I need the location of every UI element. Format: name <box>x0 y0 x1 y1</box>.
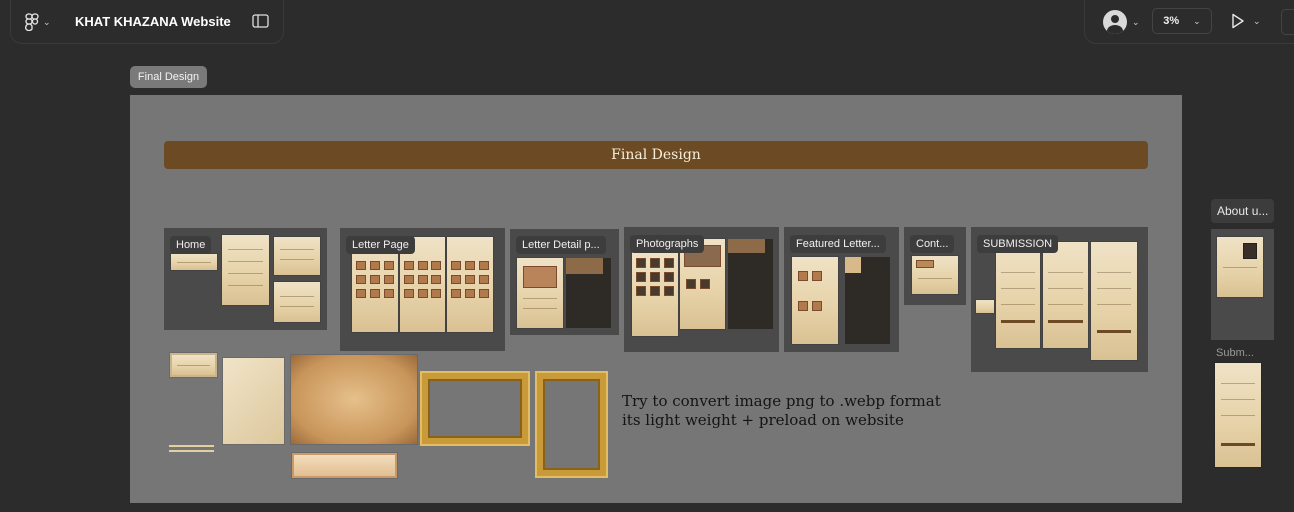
frame-name-tag[interactable]: Final Design <box>130 66 207 88</box>
featured-letter-dark-thumbnail <box>845 257 890 344</box>
photographs-dark-thumbnail <box>728 239 773 329</box>
chevron-down-icon: ⌄ <box>1253 15 1261 26</box>
main-menu-button[interactable]: ⌄ <box>25 13 51 31</box>
letter-detail-dark-thumbnail <box>566 258 611 328</box>
asset-paper-texture[interactable] <box>223 358 284 444</box>
submission-thumbnail <box>996 242 1040 348</box>
home-thumbnail <box>274 282 320 322</box>
chevron-down-icon: ⌄ <box>1132 16 1140 27</box>
section-label-photographs[interactable]: Photographs <box>630 235 705 253</box>
section-label-contact[interactable]: Cont... <box>910 235 955 253</box>
file-toolbar: ⌄ KHAT KHAZANA Website <box>10 0 284 44</box>
section-label-home[interactable]: Home <box>170 236 212 254</box>
submission-thumbnail <box>976 300 994 313</box>
letter-page-thumbnail <box>447 237 493 332</box>
photographs-thumbnail <box>632 252 678 336</box>
section-label-featured-letter[interactable]: Featured Letter... <box>790 235 886 253</box>
about-us-thumbnail <box>1217 237 1263 297</box>
canvas-note-line-2: its light weight + preload on website <box>622 411 904 429</box>
asset-parchment-strip[interactable] <box>292 453 397 478</box>
contact-thumbnail <box>912 256 958 294</box>
asset-gold-frame-portrait[interactable] <box>537 373 606 476</box>
figma-logo-icon <box>25 13 39 31</box>
play-icon <box>1232 13 1244 29</box>
zoom-dropdown[interactable]: 3% ⌄ <box>1152 8 1212 34</box>
submission-thumbnail <box>1043 242 1088 348</box>
asset-divider-line[interactable] <box>169 445 214 447</box>
home-thumbnail <box>171 254 217 270</box>
final-design-banner: Final Design <box>164 141 1148 169</box>
asset-parchment[interactable] <box>291 355 417 444</box>
file-title[interactable]: KHAT KHAZANA Website <box>75 14 231 29</box>
avatar <box>1103 10 1127 34</box>
frame-name-tag-about[interactable]: About u... <box>1211 199 1274 223</box>
view-toolbar: ⌄ 3% ⌄ ⌄ <box>1084 0 1294 44</box>
user-menu-button[interactable]: ⌄ <box>1103 10 1140 34</box>
letter-detail-thumbnail <box>517 258 563 328</box>
sidebar-toggle-icon <box>252 14 269 28</box>
asset-divider-line[interactable] <box>169 450 214 452</box>
panel-toggle-button[interactable] <box>252 14 269 33</box>
section-label-letter-page[interactable]: Letter Page <box>346 236 415 254</box>
asset-gold-frame-landscape[interactable] <box>422 373 528 444</box>
canvas-note[interactable]: Try to convert image png to .webp format… <box>622 392 941 430</box>
submission-thumbnail <box>1091 242 1137 360</box>
submission-mobile-thumbnail[interactable] <box>1215 363 1261 467</box>
frame-name-submission[interactable]: Subm... <box>1216 347 1254 359</box>
asset-small-paper[interactable] <box>170 353 217 377</box>
home-thumbnail <box>222 235 269 305</box>
section-label-letter-detail[interactable]: Letter Detail p... <box>516 236 606 254</box>
canvas-note-line-1: Try to convert image png to .webp format <box>622 392 941 410</box>
present-button[interactable]: ⌄ <box>1231 13 1261 29</box>
share-button[interactable] <box>1281 9 1294 35</box>
chevron-down-icon: ⌄ <box>43 16 51 27</box>
chevron-down-icon: ⌄ <box>1193 15 1201 26</box>
home-thumbnail <box>274 237 320 275</box>
zoom-level: 3% <box>1163 15 1180 27</box>
section-label-submission[interactable]: SUBMISSION <box>977 235 1059 253</box>
featured-letter-thumbnail <box>792 257 838 344</box>
